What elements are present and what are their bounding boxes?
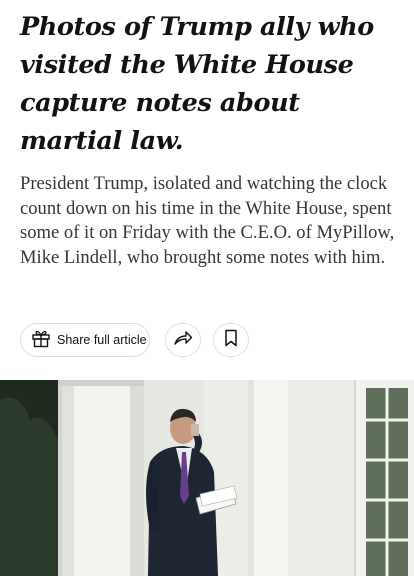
save-button[interactable] [213, 323, 249, 357]
article-toolbar: Share full article [20, 323, 400, 359]
share-full-article-label: Share full article [57, 333, 147, 347]
article-photo [0, 380, 414, 576]
headline: Photos of Trump ally who visited the Whi… [20, 12, 374, 156]
share-arrow-icon [173, 329, 193, 351]
share-full-article-button[interactable]: Share full article [20, 323, 150, 357]
article-summary: President Trump, isolated and watching t… [20, 173, 395, 268]
article: Photos of Trump ally who visited the Whi… [0, 0, 414, 576]
gift-icon [30, 327, 52, 353]
share-button[interactable] [165, 323, 201, 357]
bookmark-icon [224, 329, 238, 351]
